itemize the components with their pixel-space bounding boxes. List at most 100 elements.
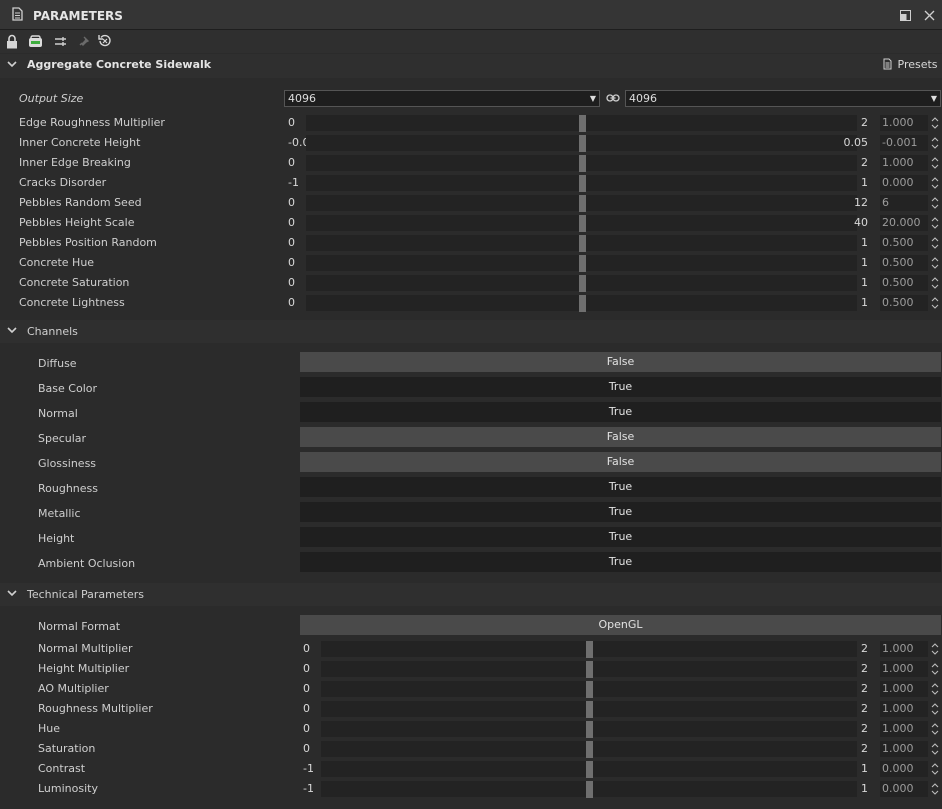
tech-row-label: Contrast [38, 762, 86, 775]
channel-toggle-glossiness[interactable]: False [300, 452, 941, 472]
param-row-value-input[interactable]: 0.500 [880, 275, 928, 291]
output-width-select[interactable]: 4096 ▼ [284, 90, 600, 107]
channel-toggle-metallic[interactable]: True [300, 502, 941, 522]
spin-arrows-icon[interactable] [931, 195, 939, 211]
output-height-select[interactable]: 4096 ▼ [625, 90, 941, 107]
spin-arrows-icon[interactable] [931, 275, 939, 291]
param-row-value-input[interactable]: 0.500 [880, 255, 928, 271]
param-row-slider-handle[interactable] [579, 195, 586, 212]
param-row-slider-handle[interactable] [579, 175, 586, 192]
spin-arrows-icon[interactable] [931, 781, 939, 797]
param-row-slider-handle[interactable] [579, 135, 586, 152]
param-row-value-input[interactable]: 1.000 [880, 115, 928, 131]
tech-row-label: AO Multiplier [38, 682, 109, 695]
tech-row-slider-handle[interactable] [586, 721, 593, 738]
param-row-value-input[interactable]: 0.500 [880, 295, 928, 311]
spin-arrows-icon[interactable] [931, 235, 939, 251]
tech-row-value-input[interactable]: 1.000 [880, 681, 928, 697]
spin-arrows-icon[interactable] [931, 115, 939, 131]
param-row-slider-handle[interactable] [579, 275, 586, 292]
material-section-header[interactable]: Aggregate Concrete Sidewalk Presets [0, 54, 942, 78]
spin-arrows-icon[interactable] [931, 701, 939, 717]
tech-row-slider-handle[interactable] [586, 681, 593, 698]
param-row-min: 0 [288, 156, 295, 169]
tech-row-label: Luminosity [38, 782, 98, 795]
tech-row-value-input[interactable]: 1.000 [880, 721, 928, 737]
param-row-value-input[interactable]: 0.500 [880, 235, 928, 251]
tech-row-slider-handle[interactable] [586, 761, 593, 778]
channel-toggle-normal[interactable]: True [300, 402, 941, 422]
channel-toggle-diffuse[interactable]: False [300, 352, 941, 372]
tech-row-min: 0 [303, 662, 310, 675]
param-row-value-input[interactable]: -0.001 [880, 135, 928, 151]
chevron-down-icon[interactable] [6, 58, 22, 74]
material-name: Aggregate Concrete Sidewalk [27, 58, 212, 71]
tech-row-min: 0 [303, 722, 310, 735]
param-row-slider-handle[interactable] [579, 115, 586, 132]
tech-row-value-input[interactable]: 1.000 [880, 741, 928, 757]
spin-arrows-icon[interactable] [931, 215, 939, 231]
param-row-slider-handle[interactable] [579, 235, 586, 252]
param-row-value-input[interactable]: 0.000 [880, 175, 928, 191]
channels-section-header[interactable]: Channels [0, 320, 942, 343]
chain-link-icon[interactable] [606, 93, 620, 106]
spin-arrows-icon[interactable] [931, 741, 939, 757]
tech-row-slider-handle[interactable] [586, 641, 593, 658]
param-row-max: 1 [861, 276, 868, 289]
param-row-label: Pebbles Random Seed [19, 196, 142, 209]
spin-arrows-icon[interactable] [931, 661, 939, 677]
tech-row-max: 2 [861, 702, 868, 715]
param-row-value-input[interactable]: 20.000 [880, 215, 928, 231]
presets-button[interactable]: Presets [883, 58, 938, 71]
spin-arrows-icon[interactable] [931, 641, 939, 657]
spin-arrows-icon[interactable] [931, 761, 939, 777]
chevron-down-icon[interactable] [6, 324, 22, 340]
lock-icon[interactable] [6, 34, 18, 52]
chevron-down-icon[interactable] [6, 587, 22, 603]
tech-row-max: 2 [861, 742, 868, 755]
spin-arrows-icon[interactable] [931, 721, 939, 737]
param-row-value-input[interactable]: 6 [880, 195, 928, 211]
param-row-max: 2 [861, 116, 868, 129]
param-row-min: 0 [288, 116, 295, 129]
tech-row-min: 0 [303, 682, 310, 695]
tech-row-min: -1 [303, 762, 314, 775]
reset-icon[interactable] [98, 34, 112, 51]
tech-row-slider-handle[interactable] [586, 781, 593, 798]
tech-row-slider-handle[interactable] [586, 701, 593, 718]
spin-arrows-icon[interactable] [931, 681, 939, 697]
spin-arrows-icon[interactable] [931, 255, 939, 271]
maximize-icon[interactable] [900, 10, 911, 24]
param-row-slider-handle[interactable] [579, 155, 586, 172]
technical-section-header[interactable]: Technical Parameters [0, 583, 942, 606]
tech-row-value-input[interactable]: 1.000 [880, 661, 928, 677]
spin-arrows-icon[interactable] [931, 155, 939, 171]
param-row-value-input[interactable]: 1.000 [880, 155, 928, 171]
channel-toggle-height[interactable]: True [300, 527, 941, 547]
spin-arrows-icon[interactable] [931, 295, 939, 311]
channel-toggle-roughness[interactable]: True [300, 477, 941, 497]
channel-toggle-specular[interactable]: False [300, 427, 941, 447]
spin-arrows-icon[interactable] [931, 135, 939, 151]
tech-row-value-input[interactable]: 0.000 [880, 781, 928, 797]
close-icon[interactable] [924, 10, 935, 24]
presets-label: Presets [897, 58, 938, 71]
spin-arrows-icon[interactable] [931, 175, 939, 191]
normal-format-button[interactable]: OpenGL [300, 615, 941, 635]
material-icon[interactable] [28, 35, 43, 51]
tech-row-value-input[interactable]: 0.000 [880, 761, 928, 777]
tech-row-slider-handle[interactable] [586, 661, 593, 678]
channel-toggle-ambient-oclusion[interactable]: True [300, 552, 941, 572]
tech-row-value-input[interactable]: 1.000 [880, 701, 928, 717]
param-row-slider-handle[interactable] [579, 215, 586, 232]
param-row-label: Cracks Disorder [19, 176, 107, 189]
channel-label: Normal [38, 407, 78, 420]
param-row-slider-handle[interactable] [579, 255, 586, 272]
tech-row-value-input[interactable]: 1.000 [880, 641, 928, 657]
param-row-slider-handle[interactable] [579, 295, 586, 312]
channel-toggle-base-color[interactable]: True [300, 377, 941, 397]
tech-row-slider-handle[interactable] [586, 741, 593, 758]
link-node-icon[interactable] [54, 35, 67, 51]
pin-icon[interactable] [78, 36, 90, 50]
panel-titlebar: PARAMETERS [0, 0, 942, 30]
